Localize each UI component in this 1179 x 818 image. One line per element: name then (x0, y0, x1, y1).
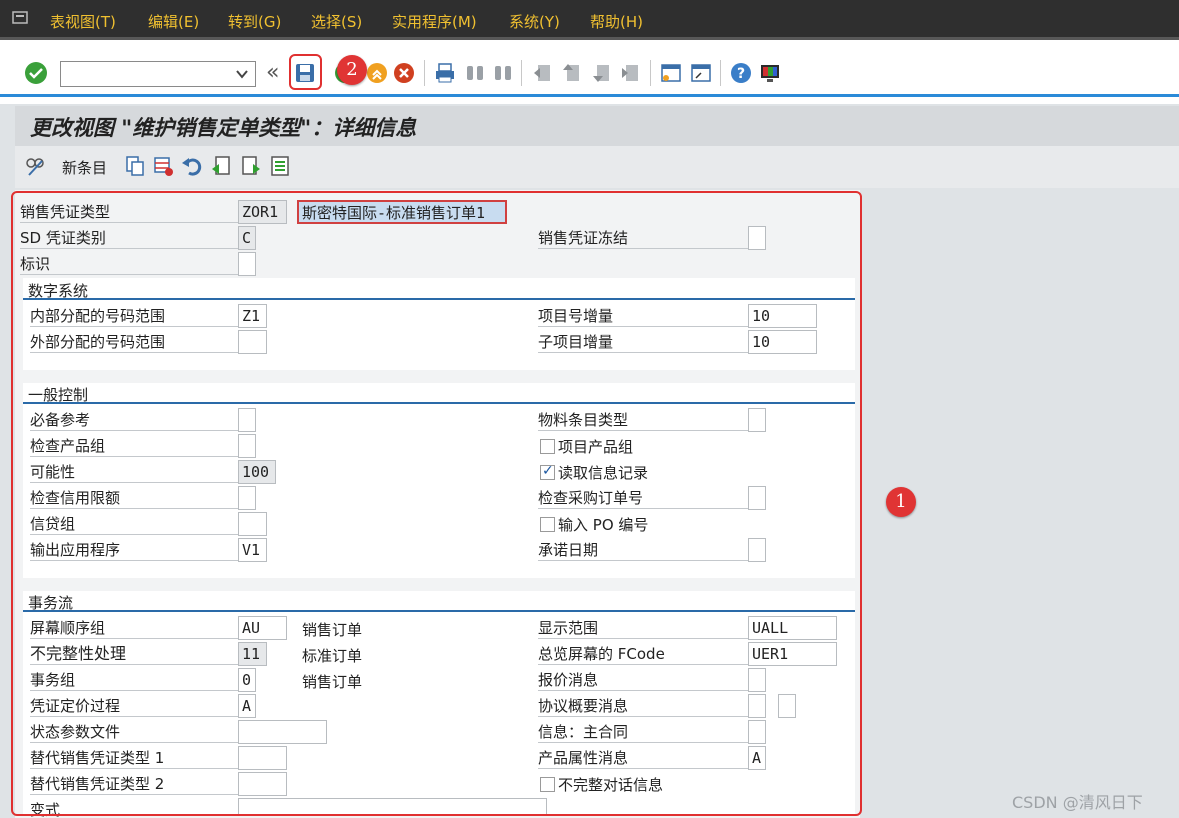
chevron-down-icon[interactable] (232, 63, 252, 85)
toolbar-separator (521, 60, 522, 86)
menu-utilities[interactable]: 实用程序(M) (392, 11, 477, 32)
menu-bar: 表视图(T) 编辑(E) 转到(G) 选择(S) 实用程序(M) 系统(Y) 帮… (0, 0, 1179, 40)
exit-icon[interactable] (366, 62, 388, 84)
select-all-icon[interactable] (269, 155, 291, 177)
page-title: 更改视图 "维护销售定单类型"：详细信息 (30, 115, 417, 140)
next-page-icon[interactable] (591, 62, 613, 84)
shortcut-icon[interactable] (690, 62, 712, 84)
find-next-icon[interactable] (492, 62, 514, 84)
svg-text:?: ? (737, 66, 745, 82)
find-icon[interactable] (464, 62, 486, 84)
menu-goto[interactable]: 转到(G) (228, 11, 281, 32)
enter-check-icon[interactable] (24, 61, 48, 85)
undo-icon[interactable] (181, 155, 203, 177)
menu-table-view[interactable]: 表视图(T) (50, 11, 116, 32)
prev-entry-icon[interactable] (210, 155, 232, 177)
annotation-badge-2: 2 (337, 55, 367, 85)
layout-icon[interactable] (759, 62, 781, 84)
copy-as-icon[interactable] (124, 155, 146, 177)
watermark: CSDN @清风日下 (1012, 793, 1143, 812)
next-entry-icon[interactable] (240, 155, 262, 177)
sap-logo-icon[interactable] (12, 10, 30, 26)
toolbar-separator (424, 60, 425, 86)
content-highlight-box (11, 191, 862, 816)
new-session-icon[interactable] (660, 62, 682, 84)
toolbar-divider (0, 94, 1179, 97)
toolbar-separator (650, 60, 651, 86)
last-page-icon[interactable] (620, 62, 642, 84)
print-icon[interactable] (434, 62, 456, 84)
delete-icon[interactable] (153, 155, 175, 177)
help-icon[interactable]: ? (730, 62, 752, 84)
menu-system[interactable]: 系统(Y) (509, 11, 560, 32)
first-page-icon[interactable] (532, 62, 554, 84)
annotation-badge-1: 1 (886, 487, 916, 517)
menu-help[interactable]: 帮助(H) (590, 11, 643, 32)
command-field[interactable] (60, 61, 256, 87)
prev-page-icon[interactable] (561, 62, 583, 84)
menu-edit[interactable]: 编辑(E) (148, 11, 199, 32)
double-chevron-left-icon[interactable]: « (266, 60, 279, 85)
save-highlight-box (289, 54, 322, 90)
toolbar-separator (720, 60, 721, 86)
new-entries-button[interactable]: 新条目 (62, 157, 107, 178)
menu-selection[interactable]: 选择(S) (311, 11, 362, 32)
cancel-icon[interactable] (393, 62, 415, 84)
display-change-icon[interactable] (24, 155, 46, 177)
